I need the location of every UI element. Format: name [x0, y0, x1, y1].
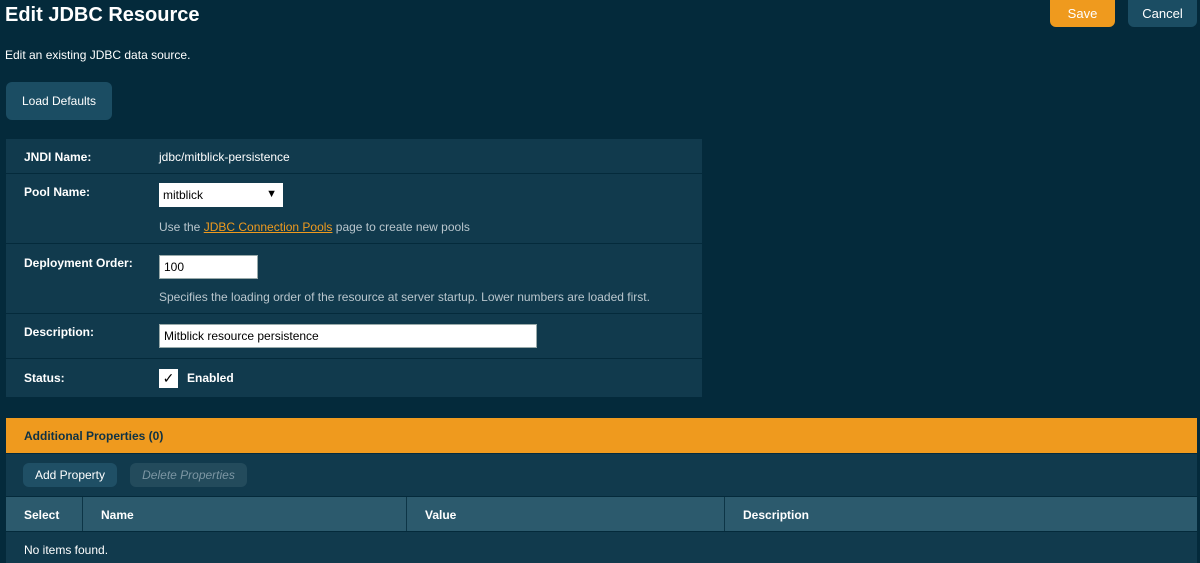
load-defaults-button[interactable]: Load Defaults	[6, 82, 112, 120]
enabled-label: Enabled	[187, 371, 234, 385]
pool-help-suffix: page to create new pools	[332, 220, 470, 234]
column-header-value[interactable]: Value	[407, 497, 725, 531]
pool-name-help: Use the JDBC Connection Pools page to cr…	[159, 220, 470, 234]
pool-help-prefix: Use the	[159, 220, 204, 234]
description-input[interactable]	[159, 324, 537, 348]
status-label: Status:	[24, 371, 65, 385]
deployment-order-label: Deployment Order:	[24, 256, 133, 270]
jndi-name-label: JNDI Name:	[24, 150, 92, 164]
resource-form: JNDI Name: jdbc/mitblick-persistence Poo…	[6, 139, 702, 397]
column-header-name[interactable]: Name	[83, 497, 407, 531]
pool-name-label: Pool Name:	[24, 185, 91, 199]
empty-table-message: No items found.	[24, 543, 109, 557]
properties-toolbar: Add Property Delete Properties	[6, 454, 1197, 496]
enabled-checkbox[interactable]: ✓	[159, 369, 178, 388]
deployment-order-input[interactable]	[159, 255, 258, 279]
additional-properties-header: Additional Properties (0)	[6, 418, 1197, 453]
add-property-button[interactable]: Add Property	[23, 463, 117, 487]
cancel-button[interactable]: Cancel	[1128, 0, 1197, 27]
delete-properties-button[interactable]: Delete Properties	[130, 463, 247, 487]
pool-name-select[interactable]: mitblick ▼	[159, 183, 283, 207]
deployment-order-row: Deployment Order: Specifies the loading …	[6, 244, 702, 314]
jndi-name-row: JNDI Name: jdbc/mitblick-persistence	[6, 139, 702, 174]
save-button[interactable]: Save	[1050, 0, 1115, 27]
column-header-select[interactable]: Select	[6, 497, 83, 531]
additional-properties-title: Additional Properties (0)	[24, 429, 164, 443]
description-label: Description:	[24, 325, 95, 339]
edit-jdbc-resource-page: Edit JDBC Resource Edit an existing JDBC…	[0, 0, 1200, 563]
description-row: Description:	[6, 314, 702, 359]
jndi-name-value: jdbc/mitblick-persistence	[159, 150, 290, 164]
jdbc-connection-pools-link[interactable]: JDBC Connection Pools	[204, 220, 333, 234]
properties-table-body: No items found.	[6, 532, 1197, 563]
pool-name-selected: mitblick	[163, 188, 204, 202]
properties-table-header: Select Name Value Description	[6, 497, 1197, 531]
triangle-down-icon: ▼	[266, 188, 277, 200]
column-header-description[interactable]: Description	[725, 497, 1197, 531]
page-title: Edit JDBC Resource	[5, 4, 200, 26]
page-subtitle: Edit an existing JDBC data source.	[5, 48, 191, 62]
checkmark-icon: ✓	[162, 370, 175, 386]
status-row: Status: ✓ Enabled	[6, 359, 702, 397]
deployment-order-help: Specifies the loading order of the resou…	[159, 290, 650, 304]
pool-name-row: Pool Name: mitblick ▼ Use the JDBC Conne…	[6, 174, 702, 244]
